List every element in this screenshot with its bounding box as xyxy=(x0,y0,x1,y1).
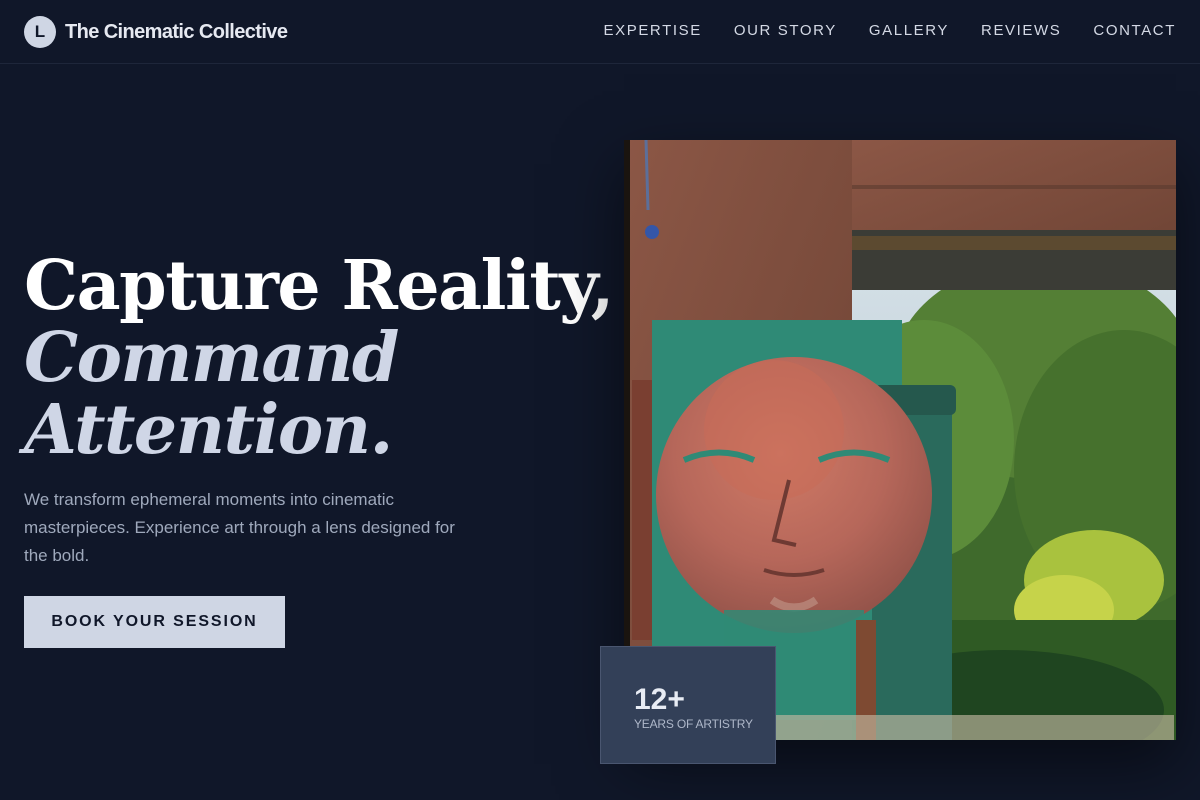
brand-link[interactable]: L The Cinematic Collective xyxy=(24,16,288,48)
nav-link-expertise[interactable]: EXPERTISE xyxy=(604,22,702,39)
experience-stat-card: 12+ YEARS OF ARTISTRY xyxy=(600,646,776,764)
nav-link-reviews[interactable]: REVIEWS xyxy=(981,22,1061,39)
hero-title-line-3: Attention. xyxy=(24,390,393,470)
hero-title-line-2: Command xyxy=(24,318,399,398)
hero-title: Capture Reality, Command Attention. xyxy=(24,246,614,470)
hero-title-line-1: Capture Reality, xyxy=(24,246,614,326)
letter-logo-icon: L xyxy=(24,16,56,48)
brand-name: The Cinematic Collective xyxy=(65,20,288,43)
hero-description: We transform ephemeral moments into cine… xyxy=(24,490,455,565)
nav-link-gallery[interactable]: GALLERY xyxy=(869,22,949,39)
nav-link-our-story[interactable]: OUR STORY xyxy=(734,22,837,39)
top-navbar: L The Cinematic Collective EXPERTISE OUR… xyxy=(0,0,1200,64)
book-session-button[interactable]: BOOK YOUR SESSION xyxy=(24,596,285,648)
stat-label: YEARS OF ARTISTRY xyxy=(634,717,753,731)
stat-value: 12+ xyxy=(634,683,685,716)
nav-link-contact[interactable]: CONTACT xyxy=(1093,22,1176,39)
main-nav: EXPERTISE OUR STORY GALLERY REVIEWS CONT… xyxy=(604,22,1176,39)
